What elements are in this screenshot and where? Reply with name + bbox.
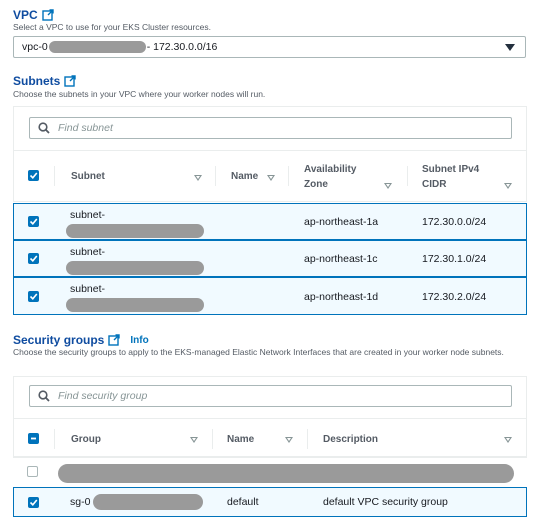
table-row[interactable] [13, 457, 527, 487]
vpc-id-prefix: vpc-0 [22, 41, 48, 53]
external-link-icon[interactable] [41, 9, 54, 21]
subnet-search-placeholder: Find subnet [58, 122, 113, 134]
availability-zone: ap-northeast-1c [304, 253, 378, 265]
row-checkbox[interactable] [28, 497, 39, 508]
vpc-select[interactable]: vpc-0 - 172.30.0.0/16 [13, 36, 526, 58]
subnets-table-container: Find subnet Subnet Name Availability Zon… [13, 106, 527, 202]
column-header-description[interactable]: Description [323, 432, 378, 447]
checkbox-checked-icon [29, 255, 38, 262]
checkbox-checked-icon [29, 293, 38, 300]
redacted-security-group-id [93, 494, 203, 510]
redacted-subnet-id [66, 298, 204, 312]
redacted-subnet-id [66, 224, 204, 238]
table-row[interactable]: sg-0 default default VPC security group [13, 487, 527, 517]
info-link[interactable]: Info [130, 335, 148, 346]
sort-icon[interactable] [267, 175, 275, 181]
security-group-description: default VPC security group [323, 496, 448, 508]
checkbox-checked-icon [29, 172, 38, 179]
subnet-cidr: 172.30.1.0/24 [422, 253, 487, 265]
table-row[interactable]: subnet- ap-northeast-1c 172.30.1.0/24 [13, 240, 527, 277]
column-header-cidr[interactable]: Subnet IPv4 CIDR [422, 162, 487, 192]
checkbox-checked-icon [29, 218, 38, 225]
redacted-vpc-id [48, 41, 146, 53]
column-header-group[interactable]: Group [71, 432, 101, 447]
external-link-icon[interactable] [64, 75, 77, 87]
sort-icon[interactable] [190, 437, 198, 443]
column-header-name[interactable]: Name [227, 432, 254, 447]
subnet-cidr: 172.30.2.0/24 [422, 291, 487, 303]
subnets-heading: Subnets [13, 74, 77, 88]
subnet-cidr: 172.30.0.0/24 [422, 216, 487, 228]
column-header-availability-zone[interactable]: Availability Zone [304, 162, 364, 192]
row-checkbox[interactable] [28, 216, 39, 227]
subnet-id: subnet- [70, 209, 106, 221]
security-groups-table-container: Find security group Group Name Descripti… [13, 376, 527, 457]
vpc-heading: VPC [13, 8, 54, 22]
row-checkbox[interactable] [28, 291, 39, 302]
subnet-id: subnet- [70, 283, 106, 295]
checkbox-indeterminate-icon [31, 437, 36, 440]
security-group-id: sg-0 [70, 496, 91, 508]
security-groups-title: Security groups [13, 333, 105, 347]
subnets-title: Subnets [13, 74, 61, 88]
external-link-icon[interactable] [108, 334, 121, 346]
row-checkbox[interactable] [27, 466, 38, 477]
sort-icon[interactable] [285, 437, 293, 443]
security-groups-heading: Security groups Info [13, 333, 149, 347]
redacted-security-group-row [58, 464, 514, 483]
sort-icon[interactable] [384, 183, 392, 189]
vpc-cidr: - 172.30.0.0/16 [146, 41, 218, 53]
sort-icon[interactable] [504, 183, 512, 189]
search-icon [38, 390, 50, 402]
select-all-subnets-checkbox[interactable] [28, 170, 39, 181]
security-group-name: default [227, 496, 259, 508]
availability-zone: ap-northeast-1a [304, 216, 379, 228]
vpc-description: Select a VPC to use for your EKS Cluster… [13, 22, 211, 32]
sort-icon[interactable] [504, 437, 512, 443]
table-row[interactable]: subnet- ap-northeast-1d 172.30.2.0/24 [13, 277, 527, 315]
table-row[interactable]: subnet- ap-northeast-1a 172.30.0.0/24 [13, 203, 527, 240]
sort-icon[interactable] [194, 175, 202, 181]
select-all-security-groups-checkbox[interactable] [28, 433, 39, 444]
security-group-search-input[interactable]: Find security group [29, 385, 512, 407]
column-header-subnet[interactable]: Subnet [71, 169, 105, 184]
row-checkbox[interactable] [28, 253, 39, 264]
search-icon [38, 122, 50, 134]
security-groups-description: Choose the security groups to apply to t… [13, 347, 504, 357]
dropdown-caret-icon [505, 44, 515, 51]
subnets-description: Choose the subnets in your VPC where you… [13, 89, 266, 99]
vpc-title: VPC [13, 8, 38, 22]
redacted-subnet-id [66, 261, 204, 275]
subnet-id: subnet- [70, 246, 106, 258]
availability-zone: ap-northeast-1d [304, 291, 379, 303]
column-header-name[interactable]: Name [231, 169, 258, 184]
checkbox-checked-icon [29, 499, 38, 506]
security-group-search-placeholder: Find security group [58, 390, 148, 402]
subnet-search-input[interactable]: Find subnet [29, 117, 512, 139]
